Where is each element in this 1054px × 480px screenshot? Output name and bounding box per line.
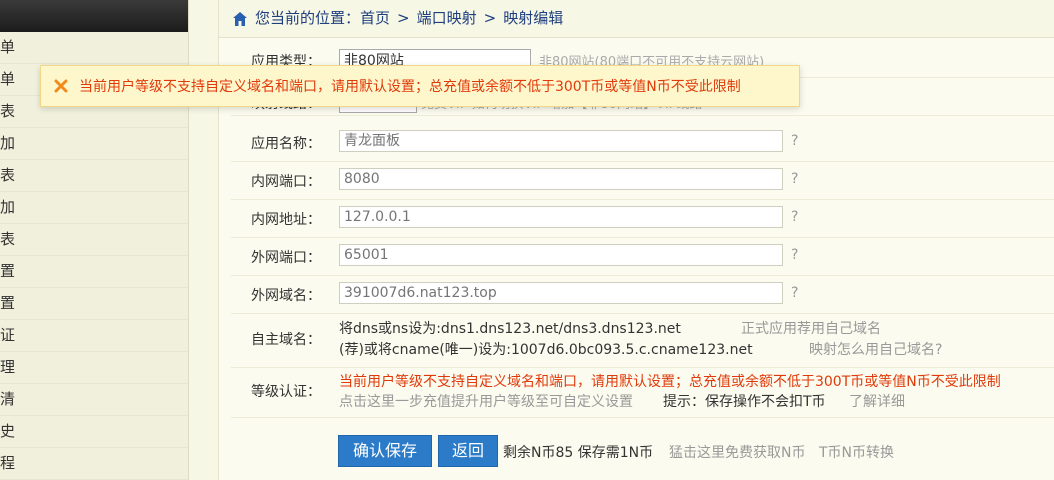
sidebar-item-label: 加 xyxy=(0,134,16,152)
breadcrumb-prefix: 您当前的位置： xyxy=(255,9,361,27)
own-domain-howto-link[interactable]: 映射怎么用自己域名? xyxy=(809,339,942,359)
level-auth-warning: 当前用户等级不支持自定义域名和端口，请用默认设置；总充值或余额不低于300T币或… xyxy=(339,374,1001,390)
error-alert: 当前用户等级不支持自定义域名和端口，请用默认设置；总充值或余额不低于300T币或… xyxy=(40,65,800,107)
own-domain-label: 自主域名： xyxy=(251,332,321,348)
wan-domain-input[interactable] xyxy=(339,282,783,304)
breadcrumb-separator: > xyxy=(397,9,410,27)
sidebar-item[interactable]: 程 xyxy=(0,448,188,480)
balance-text: 剩余N币85 保存需1N币 xyxy=(503,445,654,461)
app-name-help-icon[interactable]: ? xyxy=(791,133,798,149)
lan-addr-label: 内网地址： xyxy=(251,212,321,228)
breadcrumb-home-link[interactable]: 首页 xyxy=(360,0,390,37)
sidebar-item[interactable]: 置 xyxy=(0,288,188,320)
sidebar-item-label: 表 xyxy=(0,166,16,184)
lan-addr-help-icon[interactable]: ? xyxy=(791,209,798,225)
save-button[interactable]: 确认保存 xyxy=(338,435,432,467)
sidebar-item[interactable]: 加 xyxy=(0,128,188,160)
wan-port-label: 外网端口： xyxy=(251,250,321,266)
sidebar-item[interactable]: 表 xyxy=(0,160,188,192)
breadcrumb-port-mapping-link[interactable]: 端口映射 xyxy=(417,0,477,37)
sidebar-item-label: 程 xyxy=(0,454,16,472)
sidebar-item-label: 单 xyxy=(0,70,16,88)
sidebar-item-label: 史 xyxy=(0,422,16,440)
alert-message: 当前用户等级不支持自定义域名和端口，请用默认设置；总充值或余额不低于300T币或… xyxy=(79,79,741,95)
sidebar-item-label: 表 xyxy=(0,102,16,120)
sidebar-header xyxy=(0,0,188,32)
lan-port-label: 内网端口： xyxy=(251,174,321,190)
sidebar-item[interactable]: 表 xyxy=(0,224,188,256)
sidebar-item-label: 清 xyxy=(0,390,16,408)
upgrade-level-link[interactable]: 点击这里一步充值提升用户等级至可自定义设置 xyxy=(339,391,633,411)
wan-domain-label: 外网域名： xyxy=(251,288,321,304)
lan-port-row: 内网端口： ? xyxy=(231,161,1054,200)
home-icon xyxy=(233,11,247,26)
learn-more-link[interactable]: 了解详细 xyxy=(849,391,905,411)
sidebar-item[interactable]: 单 xyxy=(0,32,188,64)
back-button[interactable]: 返回 xyxy=(438,435,498,467)
app-name-label: 应用名称： xyxy=(251,136,321,152)
coin-convert-link[interactable]: T币N币转换 xyxy=(819,442,894,462)
sidebar-item-label: 理 xyxy=(0,358,16,376)
app-name-row: 应用名称： ? xyxy=(231,123,1054,162)
sidebar-item[interactable]: 证 xyxy=(0,320,188,352)
lan-port-help-icon[interactable]: ? xyxy=(791,171,798,187)
own-domain-row: 自主域名： 将dns或ns设为:dns1.dns123.net/dns3.dns… xyxy=(231,313,1054,368)
free-coins-link[interactable]: 猛击这里免费获取N币 xyxy=(669,442,805,462)
sidebar-item-label: 加 xyxy=(0,198,16,216)
wan-port-input[interactable] xyxy=(339,244,783,266)
lan-port-input[interactable] xyxy=(339,168,783,190)
sidebar-item-label: 证 xyxy=(0,326,16,344)
wan-domain-help-icon[interactable]: ? xyxy=(791,285,798,301)
actions-row: 确认保存 返回 剩余N币85 保存需1N币 猛击这里免费获取N币 T币N币转换 xyxy=(231,433,1054,469)
lan-addr-input[interactable] xyxy=(339,206,783,228)
sidebar-item-label: 置 xyxy=(0,294,16,312)
sidebar-item-label: 置 xyxy=(0,262,16,280)
wan-port-row: 外网端口： ? xyxy=(231,237,1054,276)
level-auth-label: 等级认证： xyxy=(251,384,321,400)
close-x-icon[interactable] xyxy=(53,78,69,94)
sidebar-item-label: 单 xyxy=(0,38,16,56)
breadcrumb: 您当前的位置： 首页 > 端口映射 > 映射编辑 xyxy=(219,0,1054,38)
sidebar-item[interactable]: 理 xyxy=(0,352,188,384)
breadcrumb-current: 映射编辑 xyxy=(503,9,564,27)
own-domain-dns-text: 将dns或ns设为:dns1.dns123.net/dns3.dns123.ne… xyxy=(339,321,681,337)
wan-domain-row: 外网域名： ? xyxy=(231,275,1054,314)
sidebar-item[interactable]: 置 xyxy=(0,256,188,288)
own-domain-cname-text: (荐)或将cname(唯一)设为:1007d6.0bc093.5.c.cname… xyxy=(339,342,753,358)
sidebar-item[interactable]: 史 xyxy=(0,416,188,448)
app-name-input[interactable] xyxy=(339,130,783,152)
sidebar-item[interactable]: 加 xyxy=(0,192,188,224)
breadcrumb-separator: > xyxy=(483,9,497,27)
level-auth-row: 等级认证： 当前用户等级不支持自定义域名和端口，请用默认设置；总充值或余额不低于… xyxy=(231,367,1054,418)
save-tip-text: 提示：保存操作不会扣T币 xyxy=(663,394,826,410)
wan-port-help-icon[interactable]: ? xyxy=(791,247,798,263)
own-domain-recommend-link[interactable]: 正式应用荐用自己域名 xyxy=(741,318,881,338)
sidebar-item[interactable]: 清 xyxy=(0,384,188,416)
sidebar-item-label: 表 xyxy=(0,230,16,248)
lan-addr-row: 内网地址： ? xyxy=(231,199,1054,238)
